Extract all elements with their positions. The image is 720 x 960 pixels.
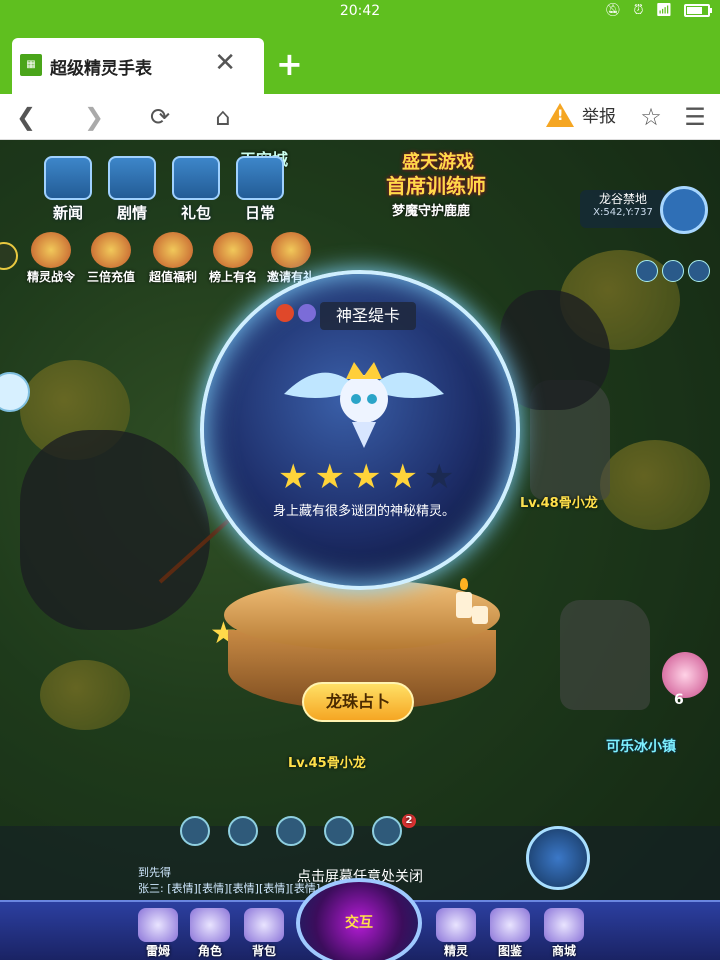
promo-battle-pass[interactable]: 精灵战令	[18, 232, 84, 285]
mail-icon[interactable]	[324, 816, 354, 846]
star-bookmark-icon[interactable]: ☆	[636, 100, 666, 134]
spirit-name: 神圣缇卡	[320, 302, 416, 330]
welfare-icon	[153, 232, 193, 268]
menu-news[interactable]: 新闻	[38, 156, 98, 223]
dragon-pearl-divination-button[interactable]: 龙珠占卜	[302, 682, 414, 722]
npc-title: 梦魔守护鹿鹿	[392, 204, 471, 219]
skill-star-button[interactable]	[526, 826, 590, 890]
pet-icon[interactable]	[662, 260, 684, 282]
battle-pass-icon	[31, 232, 71, 268]
remu-icon	[138, 908, 178, 942]
shop-icon	[544, 908, 584, 942]
report-label: 举报	[582, 107, 616, 127]
notification-count: 2	[402, 814, 416, 828]
gift-icon	[172, 156, 220, 200]
side-tools	[636, 260, 710, 282]
spirit-illustration	[284, 362, 444, 448]
sound-icon[interactable]	[636, 260, 658, 282]
daily-icon	[236, 156, 284, 200]
site-favicon-icon: ▦	[20, 54, 42, 76]
recharge-icon	[91, 232, 131, 268]
bag-icon	[244, 908, 284, 942]
fire-attribute-icon	[276, 304, 294, 322]
nav-bag[interactable]: 背包	[234, 908, 294, 959]
monster-label: Lv.45骨小龙	[288, 756, 366, 771]
event-count: 6	[674, 692, 684, 708]
spirit-description: 身上藏有很多谜团的神秘精灵。	[272, 504, 455, 519]
invite-icon	[271, 232, 311, 268]
promo-triple-recharge[interactable]: 三倍充值	[78, 232, 144, 285]
promo-value-welfare[interactable]: 超值福利	[140, 232, 206, 285]
browser-tab[interactable]: ▦ 超级精灵手表 ✕	[12, 38, 264, 94]
event-name: 可乐冰小镇	[606, 739, 676, 755]
warning-icon: !	[546, 102, 574, 127]
candle-icon	[456, 592, 472, 618]
browser-tab-bar: ▦ 超级精灵手表 ✕ +	[0, 24, 720, 94]
back-icon[interactable]: ❮	[12, 100, 40, 134]
map-location[interactable]: 龙谷禁地 X:542,Y:737	[580, 190, 666, 228]
menu-icon[interactable]: ☰	[680, 100, 710, 134]
menu-daily[interactable]: 日常	[230, 156, 290, 223]
interact-button[interactable]: 交互	[296, 878, 422, 960]
wifi-icon: 📶︎	[655, 3, 672, 18]
friend-icon[interactable]	[276, 816, 306, 846]
banner-subtitle: 首席训练师	[386, 174, 486, 198]
star-icon: ★	[350, 457, 382, 497]
mute-icon: 🔕︎	[604, 3, 622, 18]
chat-toolbar	[180, 816, 402, 846]
spirit-crystal-ball: 神圣缇卡 ★ ★ ★ ★ ★ 身上藏有很多谜团的神秘精灵。	[200, 270, 520, 590]
nav-codex[interactable]: 图鉴	[480, 908, 540, 959]
tab-title: 超级精灵手表	[50, 59, 152, 79]
forward-icon[interactable]: ❯	[80, 100, 108, 134]
map-coords: X:542,Y:737	[593, 207, 653, 218]
candle-icon	[472, 606, 488, 624]
chat-icon[interactable]	[180, 816, 210, 846]
nav-shop[interactable]: 商城	[534, 908, 594, 959]
nav-spirit[interactable]: 精灵	[426, 908, 486, 959]
ranking-icon	[213, 232, 253, 268]
event-character-icon[interactable]	[662, 652, 708, 698]
attribute-badges	[276, 304, 316, 322]
alarm-icon: ⏰︎	[633, 3, 644, 18]
nav-character[interactable]: 角色	[180, 908, 240, 959]
notice-icon[interactable]	[372, 816, 402, 846]
battery-icon	[684, 4, 712, 17]
browser-nav-bar: ❮ ❯ ⟳ ⌂ ! 举报 ☆ ☰	[0, 94, 720, 140]
game-canvas[interactable]: 天空城 新闻 剧情 礼包 日常 精灵战令 三倍充值 超值福利 榜上有名 邀请有礼…	[0, 140, 720, 960]
codex-icon	[490, 908, 530, 942]
spirit-icon	[436, 908, 476, 942]
menu-story[interactable]: 剧情	[102, 156, 162, 223]
menu-gift[interactable]: 礼包	[166, 156, 226, 223]
map-name: 龙谷禁地	[598, 192, 647, 206]
home-icon[interactable]: ⌂	[206, 100, 240, 134]
nav-remu[interactable]: 雷姆	[128, 908, 188, 959]
status-bar: 20:42 🔕︎ ⏰︎ 📶︎	[0, 0, 720, 24]
star-icon: ★	[278, 457, 309, 497]
team-icon[interactable]	[228, 816, 258, 846]
wing-attribute-icon	[298, 304, 316, 322]
report-button[interactable]: ! 举报	[546, 102, 616, 127]
star-icon: ★	[314, 457, 345, 497]
minimap-icon[interactable]	[660, 186, 708, 234]
news-icon	[44, 156, 92, 200]
monster-label: Lv.48骨小龙	[520, 496, 598, 511]
setting-icon[interactable]	[688, 260, 710, 282]
story-icon	[108, 156, 156, 200]
star-rating: ★ ★ ★ ★ ★	[278, 460, 454, 494]
close-tab-icon[interactable]: ✕	[214, 48, 236, 78]
character-icon	[190, 908, 230, 942]
star-icon: ★	[387, 457, 418, 497]
star-icon: ★	[423, 457, 455, 497]
new-tab-button[interactable]: +	[276, 44, 303, 84]
reload-icon[interactable]: ⟳	[144, 100, 176, 134]
